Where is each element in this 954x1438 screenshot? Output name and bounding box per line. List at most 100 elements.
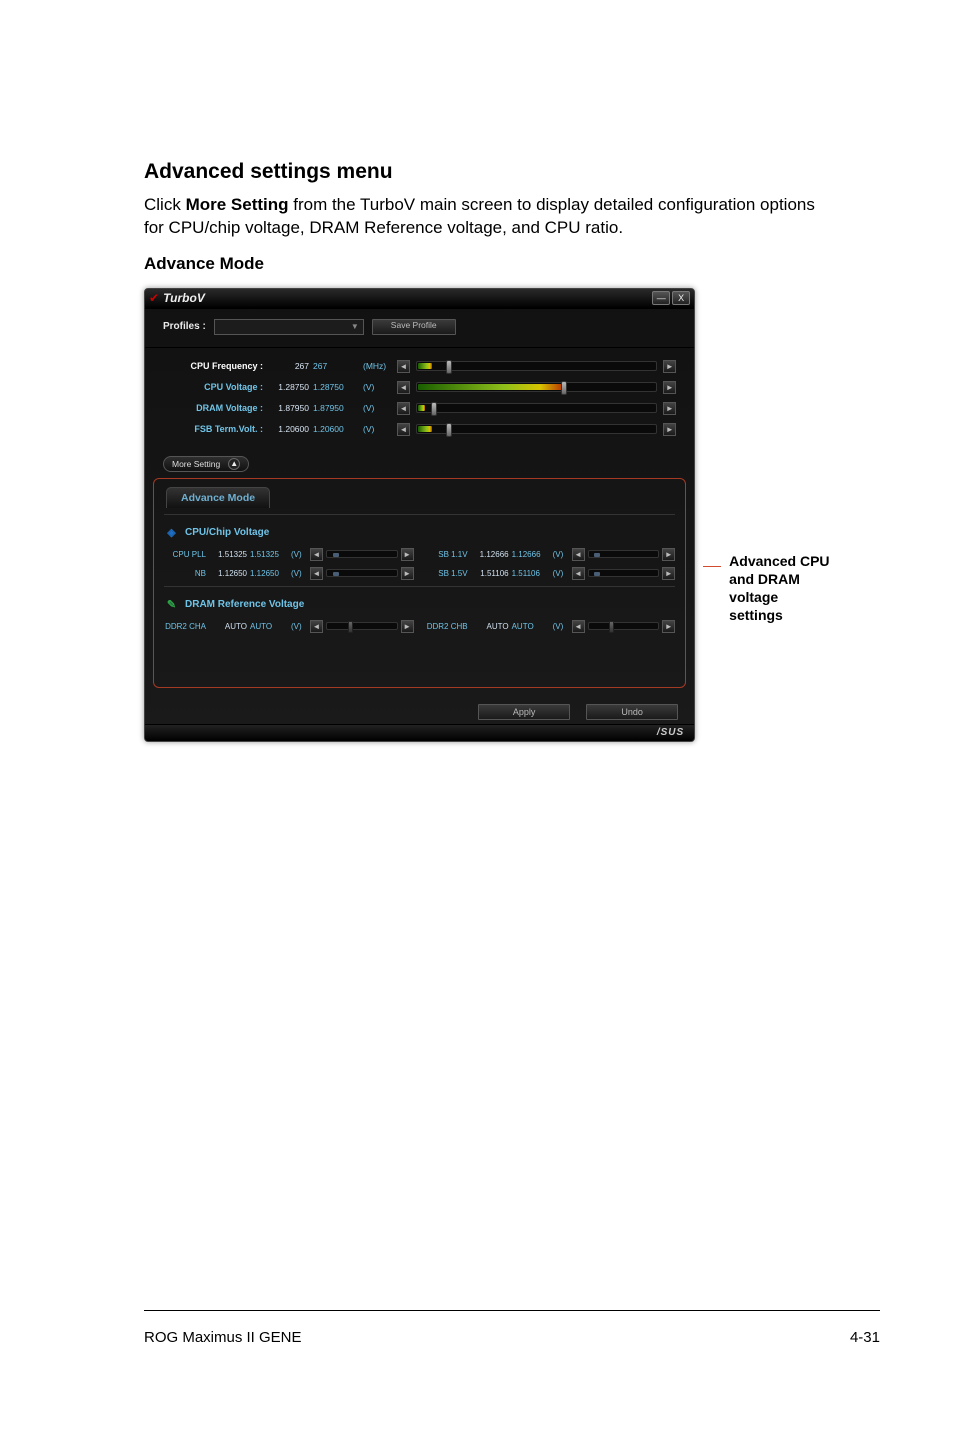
save-profile-button[interactable]: Save Profile xyxy=(372,319,456,335)
decrease-button[interactable]: ◄ xyxy=(397,381,410,394)
decrease-button[interactable]: ◄ xyxy=(310,567,323,580)
table-row: NB 1.12650 1.12650 (V) ◄ ► SB 1.5V 1.511… xyxy=(164,567,675,580)
row-value: 1.28750 xyxy=(267,382,309,392)
mini-value-target: 1.51325 xyxy=(250,550,288,559)
increase-button[interactable]: ► xyxy=(662,620,675,633)
profiles-label: Profiles : xyxy=(163,321,206,332)
sub-heading: Advance Mode xyxy=(144,254,834,274)
mini-unit: (V) xyxy=(553,550,569,559)
increase-button[interactable]: ► xyxy=(401,548,414,561)
row-value: 1.20600 xyxy=(267,424,309,434)
page-title: Advanced settings menu xyxy=(144,160,834,184)
decrease-button[interactable]: ◄ xyxy=(397,402,410,415)
desc-strong: More Setting xyxy=(186,195,289,214)
close-button[interactable]: X xyxy=(672,291,690,305)
table-row: DDR2 CHA AUTO AUTO (V) ◄ ► DDR2 CHB AUTO… xyxy=(164,620,675,633)
mini-label: CPU PLL xyxy=(164,550,206,559)
section-desc: Click More Setting from the TurboV main … xyxy=(144,194,834,240)
mini-value: 1.51106 xyxy=(471,569,509,578)
callout-line xyxy=(703,566,721,567)
ddr2-cha-slider: DDR2 CHA AUTO AUTO (V) ◄ ► xyxy=(164,620,414,633)
row-label: FSB Term.Volt. : xyxy=(163,424,263,434)
nb-slider: NB 1.12650 1.12650 (V) ◄ ► xyxy=(164,567,414,580)
mini-unit: (V) xyxy=(291,622,307,631)
mini-value-target: AUTO xyxy=(250,622,288,631)
mini-label: NB xyxy=(164,569,206,578)
mini-label: DDR2 CHB xyxy=(426,622,468,631)
row-unit: (MHz) xyxy=(363,361,393,371)
cpu-voltage-row: CPU Voltage : 1.28750 1.28750 (V) ◄ ► xyxy=(163,377,676,398)
row-unit: (V) xyxy=(363,382,393,392)
mini-value-target: 1.12650 xyxy=(250,569,288,578)
fsb-term-volt-row: FSB Term.Volt. : 1.20600 1.20600 (V) ◄ ► xyxy=(163,419,676,440)
cpu-pll-slider: CPU PLL 1.51325 1.51325 (V) ◄ ► xyxy=(164,548,414,561)
decrease-button[interactable]: ◄ xyxy=(572,567,585,580)
more-setting-button[interactable]: More Setting ▲ xyxy=(163,456,249,472)
row-value-target: 1.28750 xyxy=(313,382,359,392)
slider-track[interactable] xyxy=(326,569,398,577)
slider-track[interactable] xyxy=(588,569,660,577)
mini-value: AUTO xyxy=(471,622,509,631)
desc-prefix: Click xyxy=(144,195,186,214)
decrease-button[interactable]: ◄ xyxy=(397,423,410,436)
callout-text: Advanced CPU and DRAM voltage settings xyxy=(729,552,834,625)
increase-button[interactable]: ► xyxy=(663,381,676,394)
decrease-button[interactable]: ◄ xyxy=(310,620,323,633)
table-row: CPU PLL 1.51325 1.51325 (V) ◄ ► SB 1.1V … xyxy=(164,548,675,561)
minimize-button[interactable]: — xyxy=(652,291,670,305)
sb-1-5v-slider: SB 1.5V 1.51106 1.51106 (V) ◄ ► xyxy=(426,567,676,580)
slider-track[interactable] xyxy=(416,361,657,371)
brand-label: /SUS xyxy=(145,724,694,741)
footer-left: ROG Maximus II GENE xyxy=(144,1329,302,1346)
increase-button[interactable]: ► xyxy=(401,620,414,633)
chevron-up-icon: ▲ xyxy=(228,458,240,470)
increase-button[interactable]: ► xyxy=(662,567,675,580)
row-unit: (V) xyxy=(363,403,393,413)
app-title: TurboV xyxy=(163,291,205,305)
decrease-button[interactable]: ◄ xyxy=(310,548,323,561)
mini-unit: (V) xyxy=(553,622,569,631)
increase-button[interactable]: ► xyxy=(663,360,676,373)
advance-mode-panel: Advance Mode ◈ CPU/Chip Voltage CPU PLL … xyxy=(153,478,686,688)
slider-track[interactable] xyxy=(416,382,657,392)
mini-label: DDR2 CHA xyxy=(164,622,206,631)
slider-track[interactable] xyxy=(416,403,657,413)
increase-button[interactable]: ► xyxy=(663,423,676,436)
increase-button[interactable]: ► xyxy=(401,567,414,580)
page-footer: ROG Maximus II GENE 4-31 xyxy=(144,1310,880,1346)
decrease-button[interactable]: ◄ xyxy=(572,548,585,561)
slider-track[interactable] xyxy=(588,550,660,558)
decrease-button[interactable]: ◄ xyxy=(572,620,585,633)
mini-label: SB 1.1V xyxy=(426,550,468,559)
slider-track[interactable] xyxy=(326,622,398,630)
mini-label: SB 1.5V xyxy=(426,569,468,578)
slider-track[interactable] xyxy=(588,622,660,630)
profiles-select[interactable]: ▼ xyxy=(214,319,364,335)
cpu-chip-icon: ◈ xyxy=(164,525,179,540)
row-value-target: 1.20600 xyxy=(313,424,359,434)
row-label: DRAM Voltage : xyxy=(163,403,263,413)
mini-value: AUTO xyxy=(209,622,247,631)
slider-track[interactable] xyxy=(326,550,398,558)
ddr2-chb-slider: DDR2 CHB AUTO AUTO (V) ◄ ► xyxy=(426,620,676,633)
mini-value: 1.51325 xyxy=(209,550,247,559)
more-setting-label: More Setting xyxy=(172,459,220,469)
increase-button[interactable]: ► xyxy=(662,548,675,561)
sb-1-1v-slider: SB 1.1V 1.12666 1.12666 (V) ◄ ► xyxy=(426,548,676,561)
increase-button[interactable]: ► xyxy=(663,402,676,415)
slider-track[interactable] xyxy=(416,424,657,434)
group-title: DRAM Reference Voltage xyxy=(185,599,304,610)
mini-unit: (V) xyxy=(553,569,569,578)
titlebar: ✔ TurboV — X xyxy=(145,289,694,309)
mini-value-target: 1.51106 xyxy=(512,569,550,578)
row-value: 267 xyxy=(267,361,309,371)
dram-reference-voltage-group: ✎ DRAM Reference Voltage DDR2 CHA AUTO A… xyxy=(164,586,675,679)
apply-button[interactable]: Apply xyxy=(478,704,570,720)
profiles-bar: Profiles : ▼ Save Profile xyxy=(145,309,694,348)
undo-button[interactable]: Undo xyxy=(586,704,678,720)
mini-unit: (V) xyxy=(291,569,307,578)
tab-advance-mode[interactable]: Advance Mode xyxy=(166,487,270,508)
cpu-chip-voltage-group: ◈ CPU/Chip Voltage CPU PLL 1.51325 1.513… xyxy=(164,514,675,580)
app-check-icon: ✔ xyxy=(149,292,159,304)
decrease-button[interactable]: ◄ xyxy=(397,360,410,373)
